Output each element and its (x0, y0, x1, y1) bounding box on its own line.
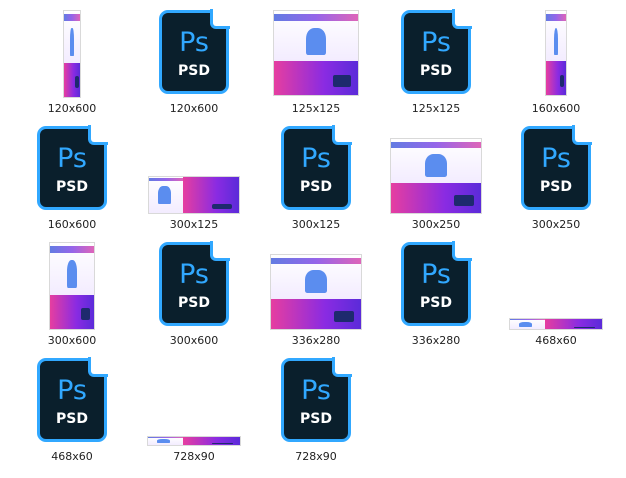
thumbnail (386, 124, 486, 214)
file-name: 120x600 (47, 102, 97, 115)
banner-thumbnail (63, 10, 81, 98)
file-item-psd-728x90[interactable]: Ps PSD 728x90 (266, 356, 366, 463)
thumbnail (22, 240, 122, 330)
thumbnail: Ps PSD (22, 356, 122, 446)
file-name: 468x60 (51, 450, 93, 463)
banner-thumbnail (545, 10, 567, 96)
thumbnail (144, 356, 244, 446)
thumbnail: Ps PSD (386, 240, 486, 330)
file-name: 300x250 (531, 218, 581, 231)
file-name: 160x600 (47, 218, 97, 231)
file-name: 120x600 (169, 102, 219, 115)
photoshop-file-icon: Ps PSD (37, 357, 108, 442)
banner-thumbnail (270, 254, 362, 330)
file-name: 336x280 (291, 334, 341, 347)
thumbnail: Ps PSD (506, 124, 606, 214)
banner-thumbnail (148, 176, 240, 214)
file-name: 300x125 (169, 218, 219, 231)
file-name: 300x125 (291, 218, 341, 231)
file-item-psd-300x125[interactable]: Ps PSD 300x125 (266, 124, 366, 231)
file-name: 300x600 (47, 334, 97, 347)
thumbnail: Ps PSD (386, 8, 486, 98)
thumbnail (22, 8, 122, 98)
photoshop-file-icon: Ps PSD (281, 357, 352, 442)
file-item-banner-160x600[interactable]: 160x600 (506, 8, 606, 115)
thumbnail (266, 8, 366, 98)
file-item-psd-120x600[interactable]: Ps PSD 120x600 (144, 8, 244, 115)
file-item-psd-336x280[interactable]: Ps PSD 336x280 (386, 240, 486, 347)
photoshop-file-icon: Ps PSD (521, 125, 592, 210)
file-item-psd-125x125[interactable]: Ps PSD 125x125 (386, 8, 486, 115)
photoshop-file-icon: Ps PSD (159, 9, 230, 94)
file-name: 300x250 (411, 218, 461, 231)
thumbnail (144, 124, 244, 214)
thumbnail: Ps PSD (266, 356, 366, 446)
file-item-banner-300x125[interactable]: 300x125 (144, 124, 244, 231)
file-name: 125x125 (291, 102, 341, 115)
file-item-banner-300x250[interactable]: 300x250 (386, 124, 486, 231)
banner-thumbnail (49, 242, 95, 330)
file-name: 336x280 (411, 334, 461, 347)
banner-thumbnail (147, 436, 241, 446)
file-name: 728x90 (295, 450, 337, 463)
thumbnail: Ps PSD (144, 240, 244, 330)
banner-thumbnail (509, 318, 603, 330)
thumbnail (506, 240, 606, 330)
thumbnail: Ps PSD (22, 124, 122, 214)
file-grid: 120x600 Ps PSD 120x600 125x125 Ps PSD 125x… (0, 0, 626, 478)
file-name: 160x600 (531, 102, 581, 115)
photoshop-file-icon: Ps PSD (37, 125, 108, 210)
file-item-psd-468x60[interactable]: Ps PSD 468x60 (22, 356, 122, 463)
file-item-psd-160x600[interactable]: Ps PSD 160x600 (22, 124, 122, 231)
photoshop-file-icon: Ps PSD (401, 9, 472, 94)
file-item-psd-300x250[interactable]: Ps PSD 300x250 (506, 124, 606, 231)
file-item-banner-468x60[interactable]: 468x60 (506, 240, 606, 347)
file-item-banner-300x600[interactable]: 300x600 (22, 240, 122, 347)
banner-thumbnail (390, 138, 482, 214)
photoshop-file-icon: Ps PSD (401, 241, 472, 326)
file-name: 468x60 (535, 334, 577, 347)
file-name: 125x125 (411, 102, 461, 115)
thumbnail (506, 8, 606, 98)
file-item-banner-125x125[interactable]: 125x125 (266, 8, 366, 115)
file-name: 300x600 (169, 334, 219, 347)
file-name: 728x90 (173, 450, 215, 463)
thumbnail: Ps PSD (266, 124, 366, 214)
file-item-banner-336x280[interactable]: 336x280 (266, 240, 366, 347)
file-item-banner-120x600[interactable]: 120x600 (22, 8, 122, 115)
photoshop-file-icon: Ps PSD (281, 125, 352, 210)
photoshop-file-icon: Ps PSD (159, 241, 230, 326)
thumbnail (266, 240, 366, 330)
file-item-banner-728x90[interactable]: 728x90 (144, 356, 244, 463)
file-item-psd-300x600[interactable]: Ps PSD 300x600 (144, 240, 244, 347)
thumbnail: Ps PSD (144, 8, 244, 98)
banner-thumbnail (273, 10, 359, 96)
